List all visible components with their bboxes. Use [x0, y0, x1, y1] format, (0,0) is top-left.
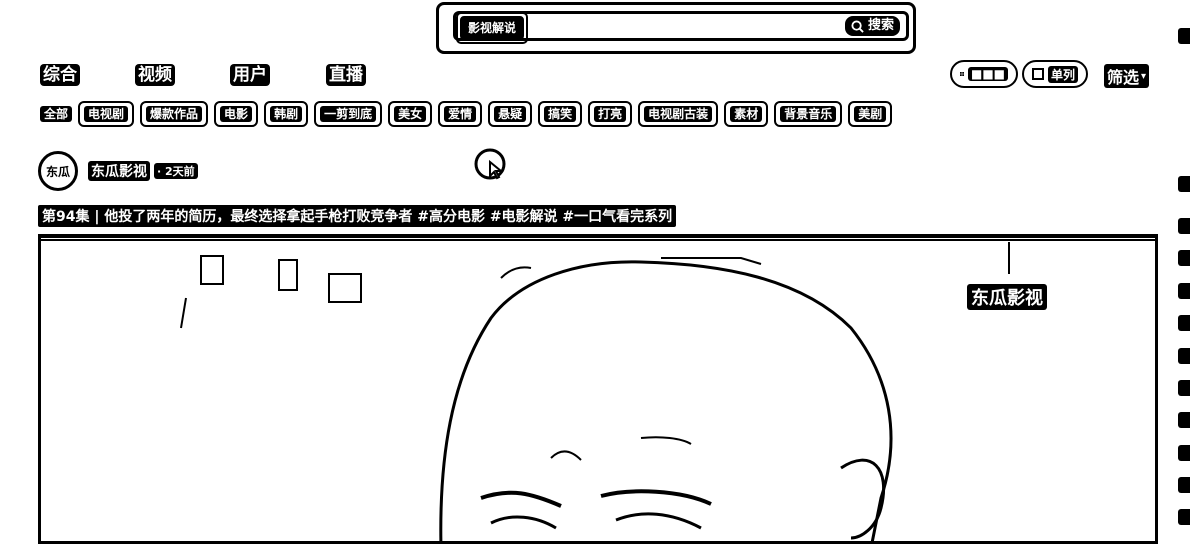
grid-view-label: ■■■ [967, 67, 1008, 81]
search-button[interactable]: 搜索 [844, 16, 900, 36]
search-icon [851, 19, 864, 33]
single-column-icon [1032, 68, 1044, 80]
filter-button[interactable]: 筛选 ▾ [1104, 64, 1150, 88]
sidebar-edge-marker [1178, 380, 1190, 396]
chip-korean-drama[interactable]: 韩剧 [264, 101, 309, 127]
filter-label: 筛选 [1107, 68, 1140, 87]
single-column-label: 单列 [1048, 65, 1078, 83]
sidebar-edge-marker [1178, 477, 1190, 493]
chip-hit-works[interactable]: 爆款作品 [140, 101, 209, 127]
sidebar-edge-marker [1178, 283, 1190, 299]
tab-video[interactable]: 视频 [135, 64, 175, 86]
sidebar-edge-marker [1178, 412, 1190, 428]
sidebar-edge-marker [1178, 509, 1190, 525]
search-input[interactable] [552, 16, 856, 38]
tab-live[interactable]: 直播 [326, 64, 366, 86]
chip-costume-drama[interactable]: 电视剧古装 [638, 101, 719, 127]
search-button-label: 搜索 [867, 18, 894, 33]
category-chips: 全部 电视剧 爆款作品 电影 韩剧 一剪到底 美女 爱情 悬疑 搞笑 打亮 电视… [40, 101, 893, 127]
author-name[interactable]: 东瓜影视 [88, 161, 150, 181]
video-player[interactable]: 东瓜影视 [38, 234, 1158, 544]
search-box[interactable]: 影视解说 搜索 [453, 11, 909, 44]
chip-movie[interactable]: 电影 [214, 101, 259, 127]
avatar[interactable]: 东瓜 [38, 151, 78, 191]
sidebar-edge-marker [1178, 315, 1190, 331]
chip-suspense[interactable]: 悬疑 [488, 101, 533, 127]
chip-chip-10[interactable]: 打亮 [588, 101, 633, 127]
mouse-cursor-icon [474, 148, 506, 180]
chip-beauty[interactable]: 美女 [388, 101, 433, 127]
video-watermark: 东瓜影视 [967, 284, 1047, 310]
tab-all[interactable]: 综合 [40, 64, 80, 86]
chip-romance[interactable]: 爱情 [438, 101, 483, 127]
chip-materials[interactable]: 素材 [724, 101, 769, 127]
author-info: 东瓜影视 · 2天前 [88, 161, 198, 181]
sidebar-edge-marker [1178, 250, 1190, 266]
chip-bgm[interactable]: 背景音乐 [774, 101, 843, 127]
chip-one-cut[interactable]: 一剪到底 [314, 101, 383, 127]
chip-us-drama[interactable]: 美剧 [848, 101, 893, 127]
search-tag[interactable]: 影视解说 [455, 12, 529, 44]
chip-all[interactable]: 全部 [40, 101, 73, 127]
grid-icon [960, 72, 964, 76]
search-bar: 影视解说 搜索 [436, 2, 916, 54]
single-column-button[interactable]: 单列 [1022, 60, 1088, 88]
grid-view-button[interactable]: ■■■ [950, 60, 1018, 88]
post-time: · 2天前 [154, 163, 198, 179]
sidebar-edge-marker [1178, 176, 1190, 192]
tab-users[interactable]: 用户 [230, 64, 270, 86]
post-title[interactable]: 第94集 | 他投了两年的简历，最终选择拿起手枪打败竞争者 #高分电影 #电影解… [38, 205, 677, 227]
sidebar-edge-marker [1178, 218, 1190, 234]
sidebar-edge-marker [1178, 348, 1190, 364]
chip-tv-series[interactable]: 电视剧 [78, 101, 135, 127]
chip-comedy[interactable]: 搞笑 [538, 101, 583, 127]
chevron-down-icon: ▾ [1141, 70, 1147, 82]
sidebar-edge-marker [1178, 445, 1190, 461]
sidebar-edge-marker [1178, 28, 1190, 44]
